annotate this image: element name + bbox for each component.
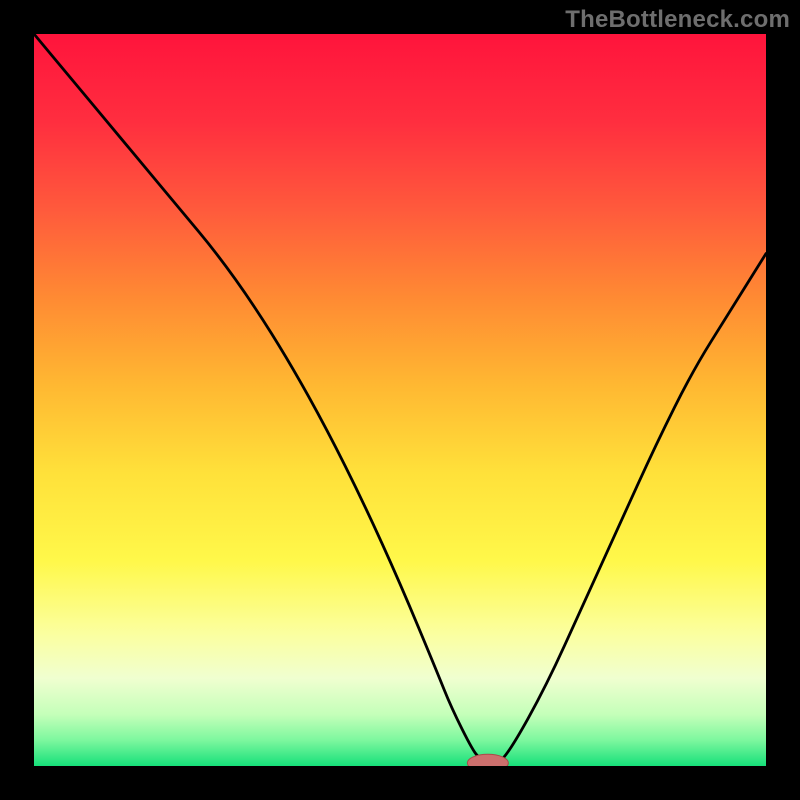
- chart-svg: [34, 34, 766, 766]
- chart-plot-area: [34, 34, 766, 766]
- chart-background-gradient: [34, 34, 766, 766]
- chart-frame: TheBottleneck.com: [0, 0, 800, 800]
- watermark-text: TheBottleneck.com: [565, 6, 790, 34]
